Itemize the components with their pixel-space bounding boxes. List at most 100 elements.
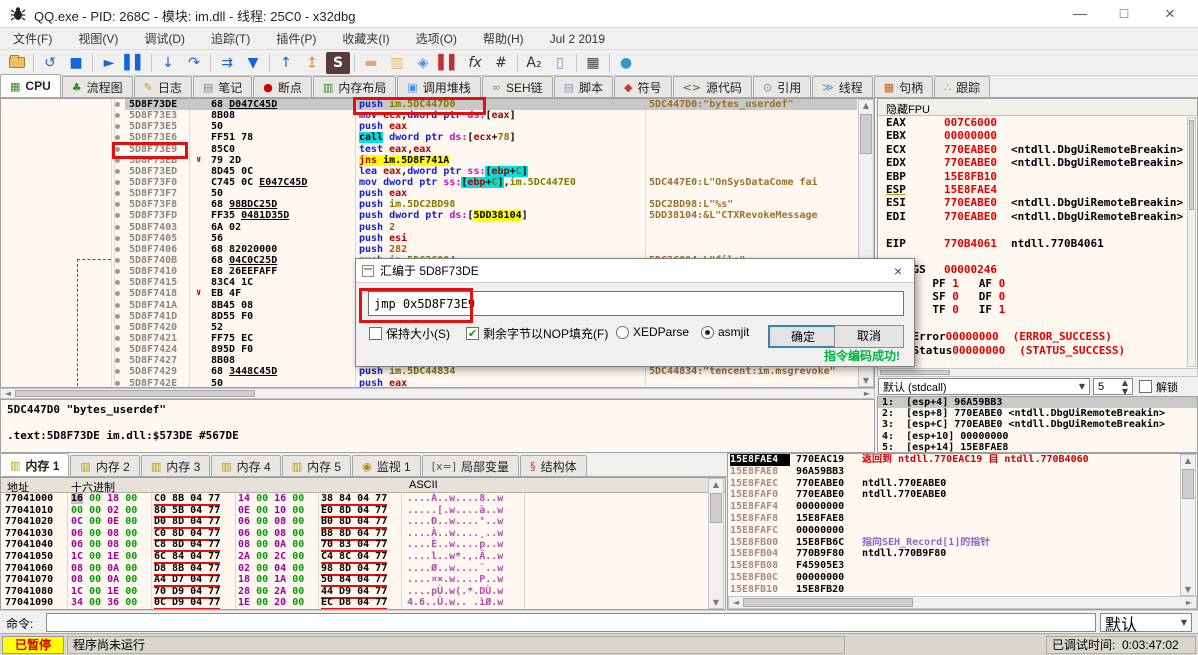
stack-row[interactable]: 15E8FAF0 770EABE0 ntdll.770EABE0 [728, 489, 1197, 501]
step-out-icon[interactable]: ↑ [274, 52, 298, 74]
xedparse-radio[interactable]: XEDParse [616, 325, 689, 339]
tab-11[interactable]: <> 源代码 [672, 76, 752, 97]
breakpoint-dot[interactable] [115, 347, 120, 353]
argument-row[interactable]: 2: [esp+8] 770EABE0 <ntdll.DbgUiRemoteBr… [878, 408, 1197, 419]
breakpoint-dot[interactable] [115, 246, 120, 252]
breakpoint-dot[interactable] [115, 257, 120, 263]
disasm-row[interactable]: 5D8F73E5 50 push eax [1, 121, 874, 132]
tab-2[interactable]: ♣ 流程图 [61, 76, 133, 97]
breakpoint-dot[interactable] [115, 202, 120, 208]
menu-item[interactable]: 调试(D) [131, 28, 198, 50]
stack-row[interactable]: 15E8FB08 F45905E3 [728, 560, 1197, 572]
register-row[interactable]: ZF 1 PF 1 AF 0 [878, 277, 1197, 290]
disasm-row[interactable]: 5D8F73F7 50 push eax [1, 188, 874, 199]
hide-fpu-button[interactable]: 隐藏FPU [878, 99, 1197, 116]
argument-row[interactable]: 4: [esp+10] 00000000 [878, 431, 1197, 442]
tab-3[interactable]: ✎ 日志 [133, 76, 192, 97]
step-into-icon[interactable]: ↓ [156, 52, 180, 74]
dump-vscrollbar[interactable]: ▲ ▼ [708, 478, 724, 609]
open-file-icon[interactable] [5, 52, 29, 74]
register-row[interactable]: EFLAGS00000246 [878, 263, 1197, 276]
breakpoint-list-icon[interactable]: ▌▌ [437, 52, 461, 74]
breakpoint-dot[interactable] [115, 291, 120, 297]
tab-5[interactable]: ● 断点 [253, 76, 312, 97]
breakpoint-dot[interactable] [115, 213, 120, 219]
bottom-tab-2[interactable]: ▥ 内存 2 [70, 455, 140, 476]
menu-item[interactable]: 视图(V) [65, 28, 131, 50]
unlock-checkbox[interactable] [1139, 380, 1152, 393]
breakpoint-dot[interactable] [115, 324, 120, 330]
dump-row[interactable]: 77041070 08 00 0A 00 A4 D7 04 77 18 00 1A 0… [1, 574, 725, 588]
breakpoint-dot[interactable] [115, 302, 120, 308]
register-row[interactable]: EBX 00000000 [878, 129, 1197, 142]
patch-icon[interactable]: ▬ [359, 52, 383, 74]
disasm-row[interactable]: 5D8F7406 68 82020000 push 282 [1, 244, 874, 255]
argument-row[interactable]: 1: [esp+4] 96A59BB3 [878, 397, 1197, 409]
menu-item[interactable]: Jul 2 2019 [537, 28, 618, 50]
disasm-row[interactable]: 5D8F7403 6A 02 push 2 [1, 222, 874, 233]
dump-row[interactable]: 77041090 34 00 36 00 0C D9 04 77 1E 00 20 0… [1, 597, 725, 609]
disasm-row[interactable]: 5D8F742E 50 push eax [1, 378, 874, 387]
register-row[interactable]: EDX 770EABE0 <ntdll.DbgUiRemoteBreakin> [878, 156, 1197, 169]
stack-row[interactable]: 15E8FAF4 00000000 [728, 501, 1197, 513]
dump-row[interactable]: 77041080 1C 00 1E 00 70 D9 04 77 28 00 2A 0… [1, 585, 725, 599]
asmjit-radio[interactable]: asmjit [701, 325, 749, 339]
menu-item[interactable]: 选项(O) [403, 28, 470, 50]
tab-15[interactable]: ∴ 跟踪 [934, 76, 991, 97]
hash-icon[interactable]: # [489, 52, 513, 74]
register-row[interactable]: ESP 15E8FAE4 [878, 183, 1197, 196]
register-row[interactable] [878, 317, 1197, 330]
dump-row[interactable]: 77041020 0C 00 0E 00 D0 8D 04 77 06 00 08 0… [1, 516, 725, 530]
stop-icon[interactable]: ■ [64, 52, 88, 74]
register-row[interactable]: OF 0 SF 0 DF 0 [878, 290, 1197, 303]
bottom-tab-5[interactable]: ▥ 内存 5 [281, 455, 352, 476]
register-row[interactable] [878, 250, 1197, 263]
restart-icon[interactable]: ↺ [38, 52, 62, 74]
breakpoint-dot[interactable] [115, 235, 120, 241]
dump-row[interactable]: 77041040 06 00 08 00 C8 8D 04 77 08 00 0A 0… [1, 539, 725, 553]
breakpoint-dot[interactable] [115, 369, 120, 375]
scylla-icon[interactable]: S [326, 51, 350, 74]
stack-row[interactable]: 15E8FAFC 00000000 [728, 525, 1197, 537]
execute-till-return-icon[interactable]: ▼ [241, 52, 265, 74]
argument-row[interactable]: 5: [esp+14] 15E8FAE8 [878, 442, 1197, 452]
stack-row[interactable]: 15E8FB10 15E8FB20 [728, 584, 1197, 596]
stack-row[interactable]: 15E8FB00 15E8FB6C 指向SEH_Record[1]的指针 [728, 537, 1197, 549]
tab-7[interactable]: ▣ 调用堆栈 [397, 76, 481, 97]
patches-icon[interactable]: ▯ [548, 52, 572, 74]
calculator-icon[interactable]: ▦ [581, 52, 605, 74]
tab-9[interactable]: ▤ 脚本 [553, 76, 614, 97]
disasm-row[interactable]: 5D8F7429 68 3448C45D push im.5DC44834 5DC44… [1, 366, 874, 377]
register-row[interactable]: EAX 007C6000 [878, 116, 1197, 129]
stack-row[interactable]: 15E8FAE8 96A59BB3 [728, 466, 1197, 478]
breakpoint-dot[interactable] [115, 224, 120, 230]
dump-row[interactable]: 77041050 1C 00 1E 00 6C 84 04 77 2A 00 2C 0… [1, 550, 725, 564]
bottom-tab-4[interactable]: ▥ 内存 4 [211, 455, 281, 476]
register-row[interactable]: ECX 770EABE0 <ntdll.DbgUiRemoteBreakin> [878, 143, 1197, 156]
registers-hscrollbar[interactable] [877, 368, 1198, 377]
register-row[interactable]: CF 0 TF 0 IF 1 [878, 303, 1197, 316]
bottom-tab-7[interactable]: [x=] 局部变量 [421, 455, 520, 476]
run-until-icon[interactable]: ⇉ [215, 52, 239, 74]
register-row[interactable]: EDI 770EABE0 <ntdll.DbgUiRemoteBreakin> [878, 210, 1197, 223]
breakpoint-dot[interactable] [115, 335, 120, 341]
breakpoint-dot[interactable] [115, 191, 120, 197]
breakpoint-dot[interactable] [115, 269, 120, 275]
comment-icon[interactable]: ▥ [385, 52, 409, 74]
bottom-tab-6[interactable]: ◉ 监视 1 [352, 455, 421, 476]
ok-button[interactable]: 确定 [768, 325, 838, 348]
close-button[interactable]: × [1148, 0, 1192, 27]
breakpoint-dot[interactable] [115, 380, 120, 386]
register-row[interactable]: ESI 770EABE0 <ntdll.DbgUiRemoteBreakin> [878, 196, 1197, 209]
breakpoint-dot[interactable] [115, 135, 120, 141]
arg-count-stepper[interactable]: 5 ▲ ▼ [1093, 378, 1133, 396]
disasm-hscrollbar[interactable]: ◄ ► [0, 388, 875, 399]
menu-item[interactable]: 帮助(H) [470, 28, 537, 50]
bottom-tab-1[interactable]: ▥ 内存 1 [0, 453, 70, 476]
breakpoint-dot[interactable] [115, 313, 120, 319]
memory-dump-pane[interactable]: 地址 十六进制 ASCII 77041000 16 00 18 00 C0 8B 0… [0, 477, 726, 610]
calling-convention-select[interactable]: 默认 (stdcall) ▼ [878, 378, 1090, 395]
pause-icon[interactable]: ▌▌ [123, 52, 147, 74]
label-icon[interactable]: ◈ [411, 52, 435, 74]
argument-row[interactable]: 3: [esp+C] 770EABE0 <ntdll.DbgUiRemoteBr… [878, 419, 1197, 430]
